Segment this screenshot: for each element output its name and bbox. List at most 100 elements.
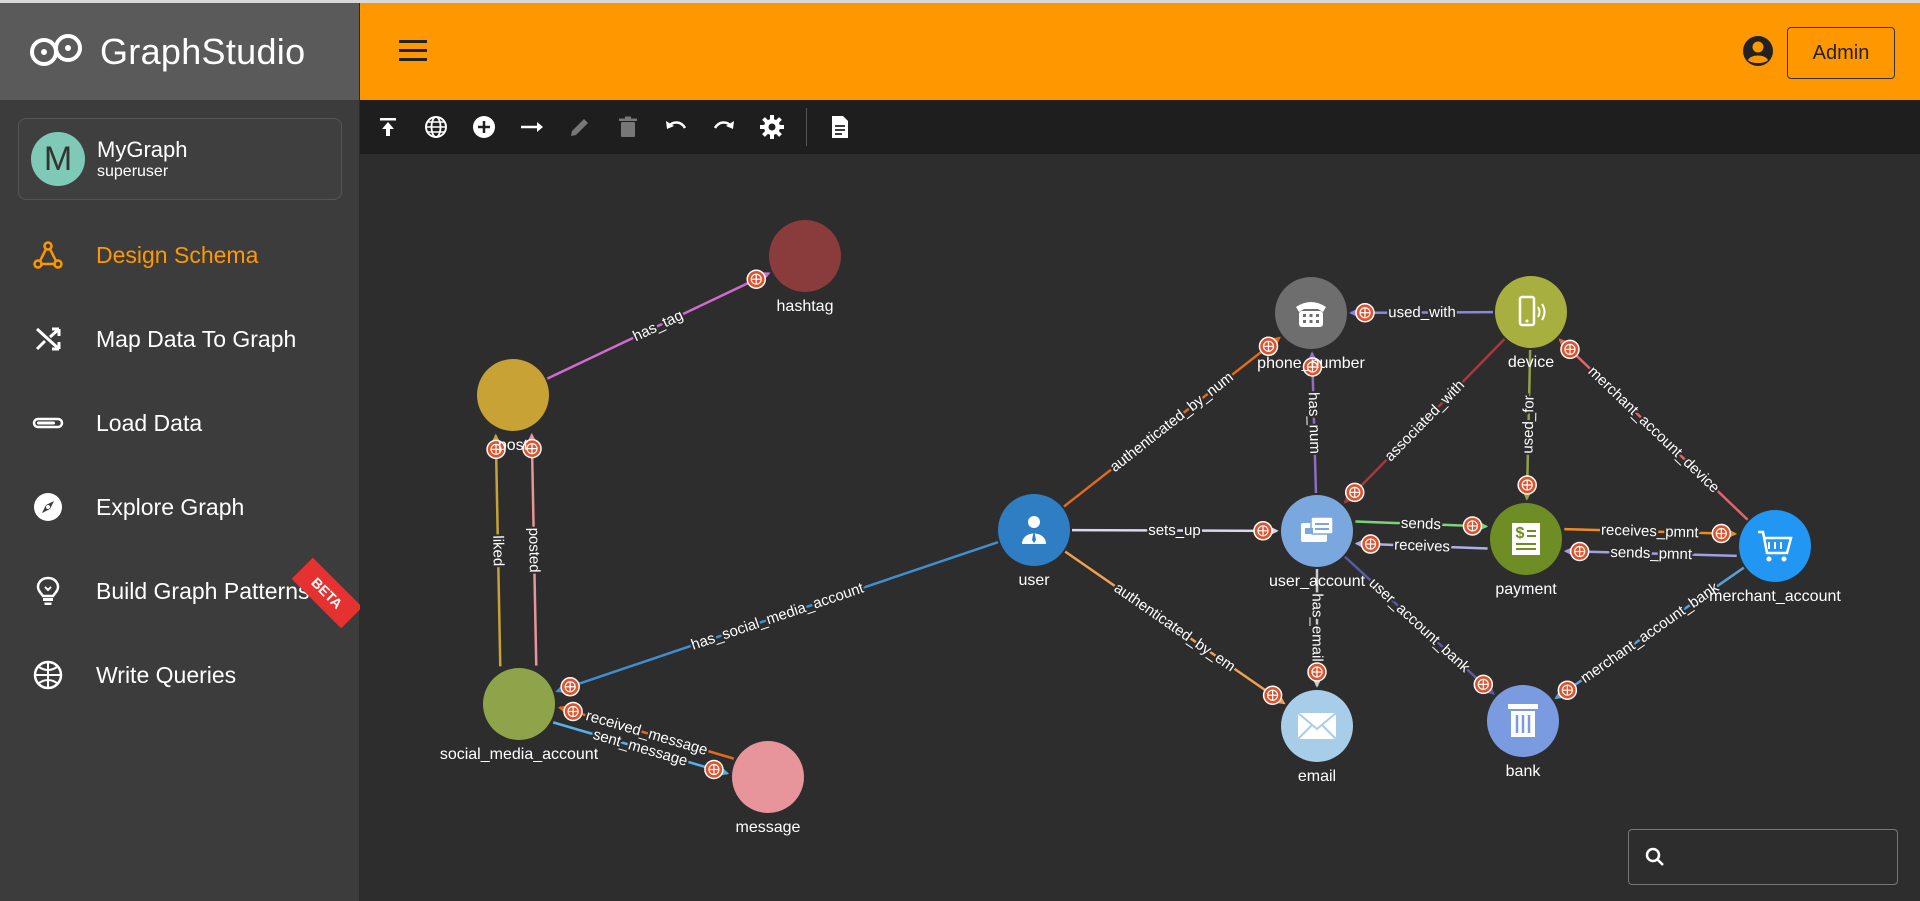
edge-authenticated-by-num[interactable]: authenticated_by_num — [1063, 336, 1281, 508]
edge-label: associated_with — [1381, 377, 1468, 465]
globe-badge-icon[interactable] — [1560, 339, 1580, 360]
vertex-user-account[interactable]: user_account — [1269, 495, 1366, 590]
edge-label: liked — [489, 535, 507, 566]
load-bar-icon — [0, 407, 96, 439]
vertex-label: merchant_account — [1709, 588, 1841, 605]
graph-selector[interactable]: M MyGraph superuser — [18, 118, 342, 200]
add-vertex-icon[interactable] — [470, 113, 498, 141]
edge-receives-pmnt[interactable]: receives_pmnt — [1564, 520, 1738, 544]
schema-canvas[interactable]: has_tagliked posted has_social_media_accou… — [360, 154, 1920, 901]
edge-sends-pmnt[interactable]: sends_pmnt — [1563, 541, 1737, 565]
sidebar-item-design-schema[interactable]: Design Schema — [0, 213, 359, 297]
globe-badge-icon[interactable] — [1711, 523, 1732, 544]
undo-icon[interactable] — [662, 113, 690, 141]
sidebar-item-load-data[interactable]: Load Data — [0, 381, 359, 465]
vertex-post[interactable]: post — [477, 359, 549, 454]
edge-liked[interactable]: liked — [486, 433, 509, 667]
graph-search[interactable] — [1628, 829, 1898, 885]
sidebar-item-map-data[interactable]: Map Data To Graph — [0, 297, 359, 381]
globe-badge-icon[interactable] — [1253, 521, 1273, 541]
globe-badge-icon[interactable] — [1569, 541, 1590, 562]
search-input[interactable] — [1673, 840, 1887, 874]
vertex-label: payment — [1495, 581, 1557, 598]
admin-button[interactable]: Admin — [1787, 27, 1895, 79]
edge-label: has_social_media_account — [689, 579, 867, 653]
globe-badge-icon[interactable] — [560, 676, 580, 697]
edge-sends[interactable]: sends — [1355, 513, 1489, 536]
edge-has-social-media-account[interactable]: has_social_media_account — [555, 540, 999, 697]
shuffle-icon — [0, 323, 96, 355]
edge-label: has_email — [1309, 593, 1326, 661]
globe-badge-icon[interactable] — [1557, 680, 1578, 700]
app-logo[interactable]: GraphStudio — [0, 3, 359, 100]
toolbar — [360, 100, 1920, 154]
sidebar: GraphStudio M MyGraph superuser Design S… — [0, 3, 363, 901]
sidebar-nav: Design Schema Map Data To Graph Load Dat… — [0, 213, 359, 717]
globe-badge-icon[interactable] — [1355, 303, 1375, 323]
settings-icon[interactable] — [758, 113, 786, 141]
edge-used-for[interactable]: used_for — [1517, 349, 1540, 501]
vertex-merchant-account[interactable]: merchant_account — [1709, 510, 1841, 605]
vertex-label: post — [498, 437, 529, 454]
document-icon[interactable] — [826, 113, 854, 141]
graph-avatar: M — [31, 132, 85, 186]
add-edge-icon[interactable] — [518, 113, 546, 141]
globe-badge-icon[interactable] — [1344, 482, 1365, 503]
vertex-message[interactable]: message — [732, 741, 804, 836]
edge-authenticated-by-em[interactable]: authenticated_by_em — [1064, 550, 1286, 706]
sidebar-item-label: Build Graph Patterns — [96, 577, 310, 604]
publish-icon[interactable] — [374, 113, 402, 141]
edge-used-with[interactable]: used_with — [1349, 302, 1494, 323]
edge-label: sends_pmnt — [1610, 544, 1693, 563]
sidebar-item-label: Load Data — [96, 409, 203, 436]
globe-badge-icon[interactable] — [1262, 685, 1283, 706]
edge-posted[interactable]: posted — [522, 432, 545, 666]
compass-icon — [0, 491, 96, 523]
edge-label: sets_up — [1148, 522, 1201, 539]
edge-has-num[interactable]: has_num — [1303, 351, 1325, 494]
sidebar-item-write-queries[interactable]: Write Queries — [0, 633, 359, 717]
edit-icon[interactable] — [566, 113, 594, 141]
edge-associated-with[interactable]: associated_with — [1343, 338, 1506, 504]
globe-icon[interactable] — [422, 113, 450, 141]
edge-merchant-account-device[interactable]: merchant_account_device — [1558, 338, 1749, 521]
search-icon — [1645, 847, 1664, 866]
globe-badge-icon[interactable] — [1307, 662, 1327, 682]
invoice-icon: $ — [1512, 523, 1540, 555]
vertex-payment[interactable]: $ payment — [1490, 503, 1562, 598]
schema-graph[interactable]: has_tagliked posted has_social_media_accou… — [360, 154, 1920, 901]
graphstudio-logo-icon — [30, 33, 82, 66]
vertex-label: email — [1298, 768, 1336, 785]
globe-badge-icon[interactable] — [563, 701, 583, 722]
vertex-label: device — [1508, 354, 1554, 371]
vertex-email[interactable]: email — [1281, 690, 1353, 785]
vertex-label: hashtag — [777, 298, 834, 315]
edge-user-account-bank[interactable]: user_account_bank — [1344, 555, 1495, 696]
hamburger-icon[interactable] — [398, 36, 430, 66]
delete-icon[interactable] — [614, 113, 642, 141]
vertex-label: bank — [1506, 763, 1542, 780]
edge-label: receives — [1394, 536, 1450, 555]
vertex-phone-number[interactable]: phone_number — [1257, 277, 1365, 372]
globe-badge-icon[interactable] — [1360, 534, 1381, 554]
globe-badge-icon[interactable] — [704, 759, 724, 780]
globe-badge-icon[interactable] — [1258, 336, 1279, 357]
globe-badge-icon[interactable] — [1517, 475, 1537, 495]
vertex-hashtag[interactable]: hashtag — [769, 220, 841, 315]
globe-grid-icon — [0, 659, 96, 691]
vertex-device[interactable]: device — [1495, 276, 1567, 371]
globe-badge-icon[interactable] — [1462, 516, 1483, 536]
account-circle-icon[interactable] — [1742, 35, 1774, 67]
sidebar-item-explore-graph[interactable]: Explore Graph — [0, 465, 359, 549]
vertex-bank[interactable]: bank — [1487, 685, 1559, 780]
edge-sets-up[interactable]: sets_up — [1071, 520, 1279, 541]
redo-icon[interactable] — [710, 113, 738, 141]
edge-has-tag[interactable]: has_tag — [546, 269, 771, 380]
vertex-label: social_media_account — [440, 746, 599, 763]
vertex-user[interactable]: user — [998, 494, 1070, 589]
globe-badge-icon[interactable] — [746, 269, 766, 289]
schema-icon — [0, 239, 96, 271]
vertex-label: user — [1018, 572, 1050, 589]
edge-receives[interactable]: receives — [1354, 534, 1488, 558]
globe-badge-icon[interactable] — [1473, 674, 1494, 695]
